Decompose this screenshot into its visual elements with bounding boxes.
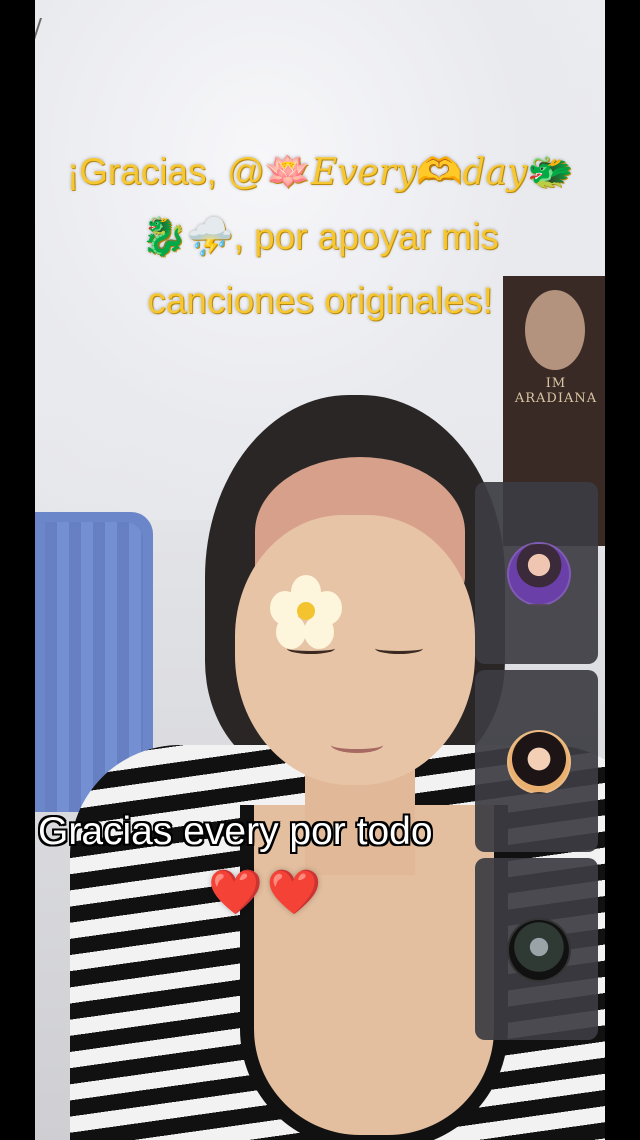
dragon-icon: 🐉 <box>141 215 188 258</box>
lotus-icon: 🪷 <box>264 150 311 193</box>
mouth <box>331 737 383 753</box>
flower-petal <box>270 591 300 625</box>
hair-flower <box>270 575 342 649</box>
right-eye <box>375 643 423 654</box>
thanks-line-1: ¡Gracias, @🪷Every🫶day🐲 <box>30 140 610 205</box>
hearts-icon: ❤️❤️ <box>208 867 326 918</box>
participant-avatar[interactable] <box>507 542 571 606</box>
username-part-1: Every <box>310 152 417 193</box>
gift-thanks-overlay: ¡Gracias, @🪷Every🫶day🐲 🐉⛈️, por apoyar m… <box>30 140 610 333</box>
participant-tile-3[interactable] <box>475 858 598 1040</box>
flower-center <box>297 602 315 620</box>
flower-petal <box>304 615 334 649</box>
participant-tile-1[interactable] <box>475 482 598 664</box>
storm-cloud-icon: ⛈️ <box>187 215 234 258</box>
thanks-line-3: canciones originales! <box>147 280 493 321</box>
dragon-face-icon: 🐲 <box>527 150 574 193</box>
participant-avatar[interactable] <box>507 730 571 794</box>
thanks-prefix: ¡Gracias, @ <box>66 151 265 192</box>
participant-avatar[interactable] <box>507 918 571 982</box>
thanks-line-2-text: , por apoyar mis <box>233 216 499 257</box>
thanks-line-2: 🐉⛈️, por apoyar mis <box>30 205 610 269</box>
heart-hands-icon: 🫶 <box>416 150 463 193</box>
username-part-2: day <box>462 152 528 193</box>
face <box>235 515 475 785</box>
caption-text: Gracias every por todo <box>38 810 433 853</box>
